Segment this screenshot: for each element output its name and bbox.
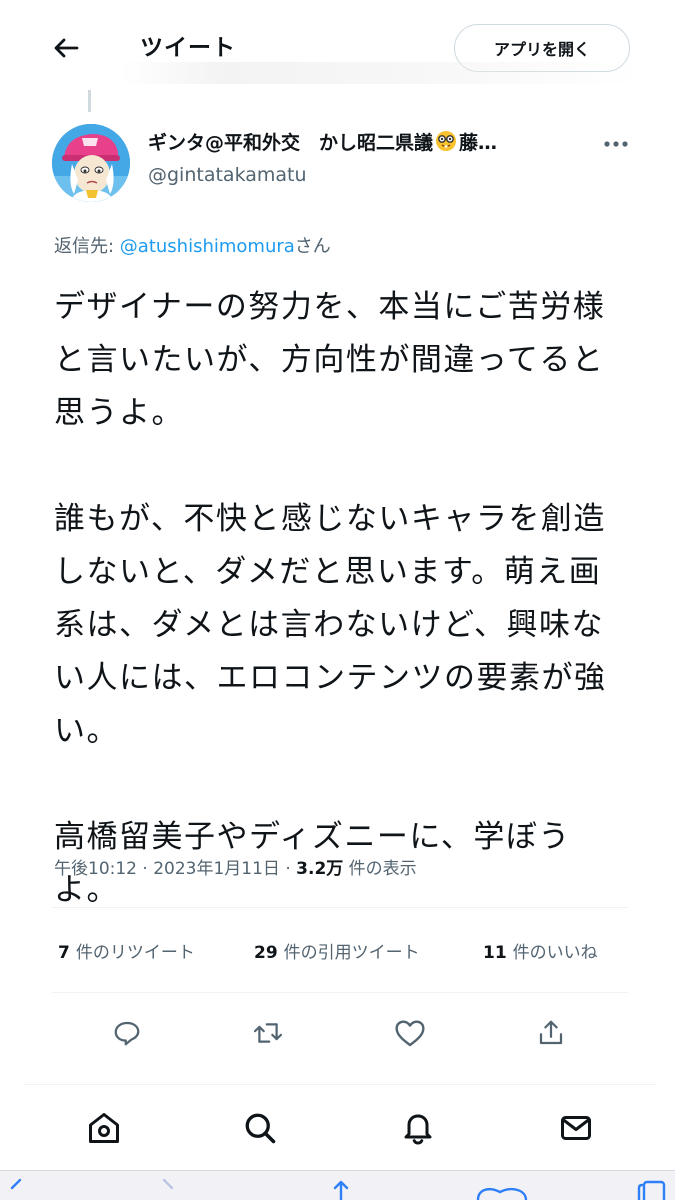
quotes-label: 件の引用ツイート xyxy=(283,943,420,963)
thread-connector-line xyxy=(88,90,91,112)
tweet-page: ツイート アプリを開く ギンタ@平和外交 かし昭二県議 藤… @gintatak… xyxy=(0,0,675,1170)
nav-messages[interactable] xyxy=(554,1106,598,1150)
blurred-header-area xyxy=(120,62,640,84)
more-button[interactable] xyxy=(598,134,634,154)
share-icon xyxy=(539,1020,563,1045)
divider xyxy=(52,992,628,993)
quotes-stat[interactable]: 29 件の引用ツイート xyxy=(254,938,420,963)
back-button[interactable] xyxy=(48,30,84,66)
arrow-left-icon xyxy=(54,38,79,58)
reply-to-mention-link[interactable]: @atushishimomura xyxy=(120,236,295,257)
divider xyxy=(52,907,628,908)
heart-icon xyxy=(395,1020,425,1047)
retweet-icon xyxy=(253,1023,283,1043)
like-button[interactable] xyxy=(390,1013,430,1053)
meta-separator: · xyxy=(279,859,297,879)
nav-home[interactable] xyxy=(82,1106,126,1150)
display-name[interactable]: ギンタ@平和外交 かし昭二県議 藤… xyxy=(148,128,568,155)
bell-icon xyxy=(404,1114,432,1145)
tweet-meta: 午後10:12 · 2023年1月11日 · 3.2万 件の表示 xyxy=(54,854,417,879)
display-name-text: ギンタ@平和外交 かし昭二県議 xyxy=(148,132,434,154)
nav-notifications[interactable] xyxy=(396,1106,440,1150)
search-icon xyxy=(245,1113,276,1144)
likes-stat[interactable]: 11 件のいいね xyxy=(483,938,598,963)
views-count: 3.2万 xyxy=(296,859,344,879)
views-label: 件の表示 xyxy=(343,859,417,879)
avatar-illustration xyxy=(52,124,130,202)
retweets-stat[interactable]: 7 件のリツイート xyxy=(58,938,195,963)
retweets-count: 7 xyxy=(58,943,70,963)
tweet-text: デザイナーの努力を、本当にご苦労様と言いたいが、方向性が間違ってると思うよ。 誰… xyxy=(54,289,607,908)
browser-back-icon[interactable] xyxy=(8,1178,24,1198)
divider xyxy=(24,1084,656,1085)
quotes-count: 29 xyxy=(254,943,278,963)
browser-bookmarks-icon[interactable] xyxy=(474,1184,530,1200)
avatar[interactable] xyxy=(52,124,130,202)
reply-icon xyxy=(114,1021,140,1046)
reply-to-line: 返信先: @atushishimomuraさん xyxy=(54,232,331,258)
nerd-face-emoji-icon xyxy=(435,130,457,152)
tweet-date[interactable]: 2023年1月11日 xyxy=(153,859,280,879)
browser-tabs-icon[interactable] xyxy=(636,1180,668,1200)
more-icon xyxy=(604,141,628,147)
likes-label: 件のいいね xyxy=(512,943,598,963)
meta-separator: · xyxy=(137,859,154,879)
nav-search[interactable] xyxy=(238,1106,282,1150)
home-icon xyxy=(89,1113,119,1143)
likes-count: 11 xyxy=(483,943,507,963)
mail-icon xyxy=(561,1116,591,1140)
browser-forward-icon[interactable] xyxy=(160,1178,176,1198)
reply-button[interactable] xyxy=(107,1013,147,1053)
reply-to-prefix: 返信先: xyxy=(54,236,120,257)
browser-share-icon[interactable] xyxy=(326,1180,356,1200)
retweets-label: 件のリツイート xyxy=(75,943,195,963)
retweet-button[interactable] xyxy=(248,1013,288,1053)
reply-to-suffix: さん xyxy=(294,236,331,257)
share-button[interactable] xyxy=(531,1013,571,1053)
page-title: ツイート xyxy=(140,35,236,61)
user-handle[interactable]: @gintatakamatu xyxy=(148,164,307,186)
display-name-text-rest: 藤… xyxy=(459,132,498,154)
tweet-time[interactable]: 午後10:12 xyxy=(54,859,137,879)
